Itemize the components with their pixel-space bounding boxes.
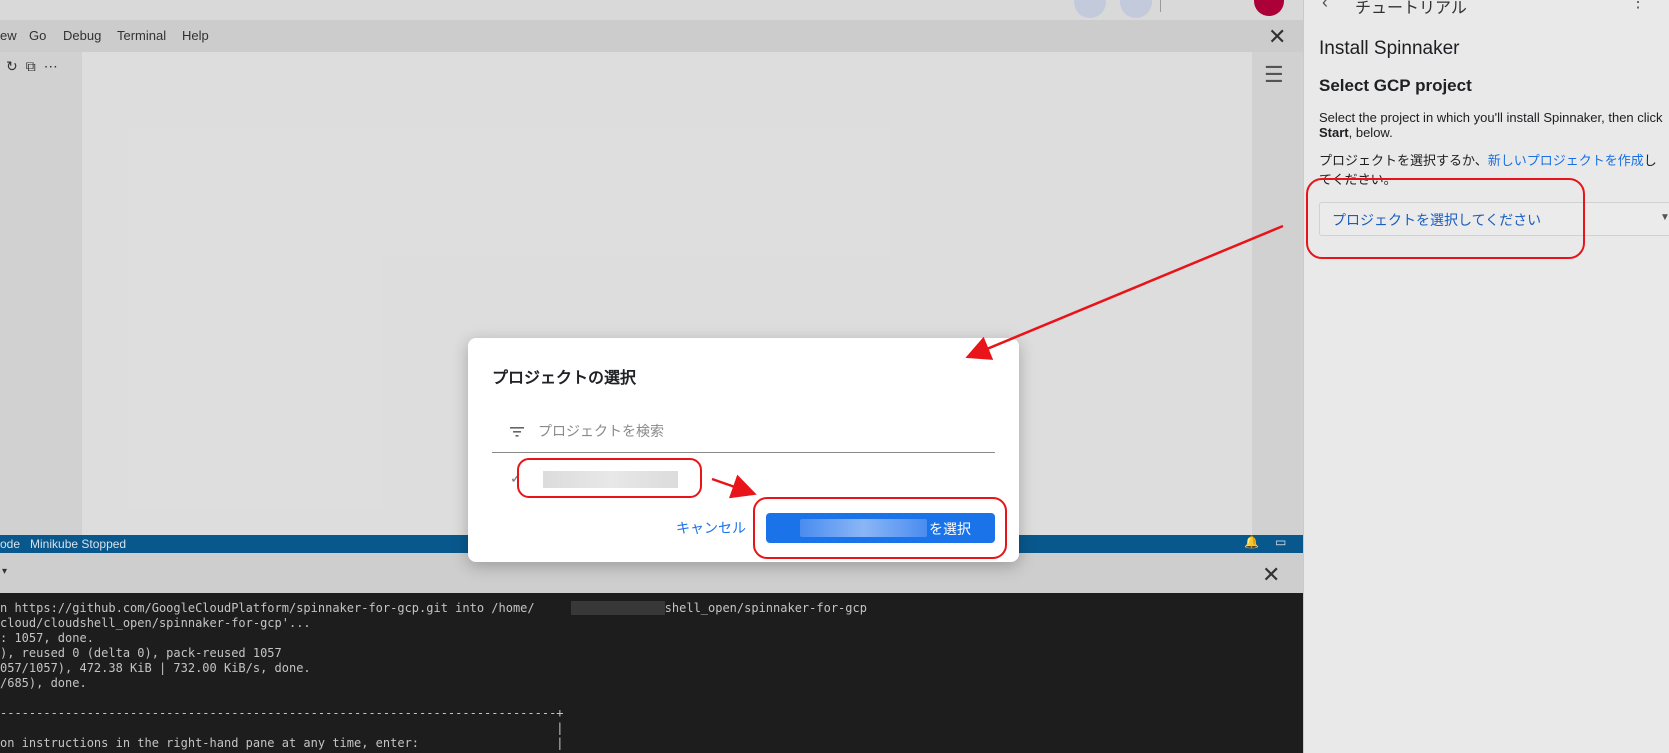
arrow-to-dialog — [965, 224, 1284, 360]
arrow-to-select-button — [711, 474, 757, 499]
annotation-arrows — [711, 224, 1284, 499]
